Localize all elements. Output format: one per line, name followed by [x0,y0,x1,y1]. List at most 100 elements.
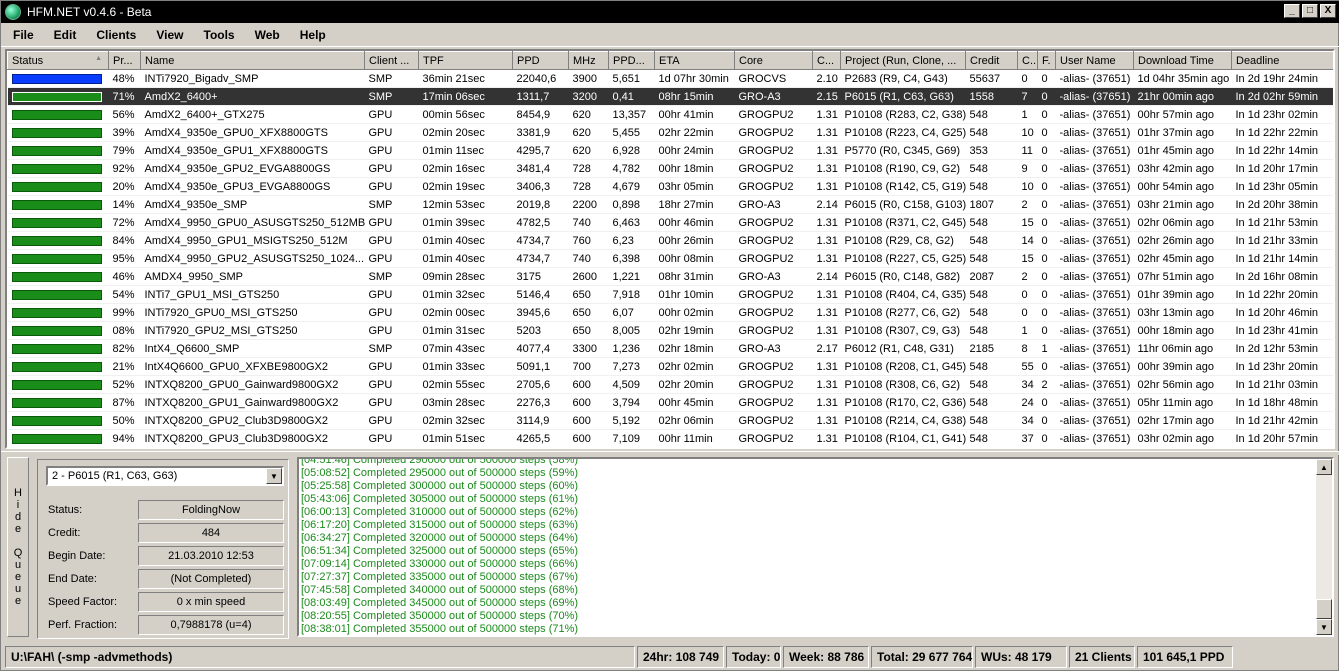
table-row[interactable]: 95% AmdX4_9950_GPU2_ASUSGTS250_1024... GPU… [7,249,1333,268]
column-header[interactable]: Pr... [108,51,141,70]
log-lines: [04:51:46] Completed 290000 out of 50000… [301,459,1311,635]
cell-progress: 71% [108,87,141,106]
menu-file[interactable]: File [13,28,34,42]
table-row[interactable]: 79% AmdX4_9350e_GPU1_XFX8800GTS GPU 01min 1… [7,141,1333,160]
menu-tools[interactable]: Tools [204,28,235,42]
column-header[interactable]: F. [1037,51,1056,70]
table-row[interactable]: 84% AmdX4_9950_GPU1_MSIGTS250_512M GPU 01mi… [7,231,1333,250]
column-header[interactable]: Deadline [1231,51,1333,70]
column-header[interactable]: PPD... [608,51,655,70]
cell-ppd: 8454,9 [512,105,569,124]
queue-select[interactable]: 2 - P6015 (R1, C63, G63) ▼ [46,466,284,486]
cell-project: P10108 (R170, C2, G36) [840,393,966,412]
cell-client: GPU [364,159,419,178]
table-row[interactable]: 92% AmdX4_9350e_GPU2_EVGA8800GS GPU 02min 1… [7,159,1333,178]
cell-client: SMP [364,267,419,286]
column-header[interactable]: Name [140,51,365,70]
table-row[interactable]: 54% INTi7_GPU1_MSI_GTS250 GPU 01min 32sec 51… [7,285,1333,304]
table-row[interactable]: 08% INTi7920_GPU2_MSI_GTS250 GPU 01min 31se… [7,321,1333,340]
cell-core: GROGPU2 [734,303,813,322]
menu-view[interactable]: View [156,28,183,42]
hide-queue-letter: i [16,499,20,511]
log-panel[interactable]: [04:51:46] Completed 290000 out of 50000… [297,457,1334,637]
column-header[interactable]: C... [1017,51,1038,70]
table-row[interactable]: 87% INTXQ8200_GPU1_Gainward9800GX2 GPU 03mi… [7,393,1333,412]
status-ppd: 101 645,1 PPD [1137,646,1233,668]
scroll-up-icon[interactable]: ▲ [1316,459,1332,475]
column-header[interactable]: MHz [568,51,609,70]
cell-progress: 50% [108,411,141,430]
column-header[interactable]: Status ▲ [7,51,109,70]
column-header[interactable]: Core [734,51,813,70]
cell-completed: 24 [1017,393,1038,412]
table-row[interactable]: 20% AmdX4_9350e_GPU3_EVGA8800GS GPU 02min 1… [7,177,1333,196]
column-header[interactable]: Client ... [364,51,419,70]
cell-progress: 95% [108,249,141,268]
column-header[interactable]: C... [812,51,841,70]
cell-client: GPU [364,231,419,250]
hide-queue-letter: Q [13,547,23,559]
table-row[interactable]: 50% INTXQ8200_GPU2_Club3D9800GX2 GPU 02min … [7,411,1333,430]
cell-name: AmdX4_9350e_GPU3_EVGA8800GS [140,177,365,196]
table-row[interactable]: 52% INTXQ8200_GPU0_Gainward9800GX2 GPU 02mi… [7,375,1333,394]
log-scrollbar[interactable]: ▲ ▼ [1316,459,1332,635]
scroll-down-icon[interactable]: ▼ [1316,619,1332,635]
table-row[interactable]: 14% AmdX4_9350e_SMP SMP 12min 53sec 2019,8 22… [7,195,1333,214]
menu-edit[interactable]: Edit [54,28,77,42]
cell-client: GPU [364,285,419,304]
cell-user: -alias- (37651) [1055,321,1134,340]
clients-grid[interactable]: Status ▲ Pr... Name Client ... TPF PPD MHz PPD..… [5,49,1335,449]
table-row[interactable]: 99% INTi7920_GPU0_MSI_GTS250 GPU 02min 00se… [7,303,1333,322]
hide-queue-button[interactable]: HideQueue [7,457,29,637]
cell-tpf: 01min 32sec [418,285,513,304]
table-row[interactable]: 48% INTi7920_Bigadv_SMP SMP 36min 21sec 2204… [7,69,1333,88]
column-header[interactable]: User Name [1055,51,1134,70]
column-header-label: Credit [970,54,1000,67]
status-cell [7,87,109,106]
chevron-down-icon[interactable]: ▼ [266,468,282,484]
column-header[interactable]: Project (Run, Clone, ... [840,51,966,70]
hide-queue-letter: u [14,559,22,571]
cell-user: -alias- (37651) [1055,87,1134,106]
table-row[interactable]: 46% AMDX4_9950_SMP SMP 09min 28sec 3175 2600 1… [7,267,1333,286]
cell-ppd-mhz: 1,236 [608,339,655,358]
cell-ppd: 3945,6 [512,303,569,322]
status-indicator [11,325,102,336]
minimize-button[interactable]: _ [1284,4,1300,18]
table-row[interactable]: 71% AmdX2_6400+ SMP 17min 06sec 1311,7 3200 0,… [7,87,1333,106]
panel-splitter[interactable] [1,451,1339,455]
column-header[interactable]: Download Time [1133,51,1232,70]
cell-credit: 2185 [965,339,1018,358]
menu-help[interactable]: Help [300,28,326,42]
cell-mhz: 650 [568,303,609,322]
column-header[interactable]: Credit [965,51,1018,70]
cell-failed: 0 [1037,195,1056,214]
cell-progress: 79% [108,141,141,160]
table-row[interactable]: 21% IntX4Q6600_GPU0_XFXBE9800GX2 GPU 01min … [7,357,1333,376]
menu-web[interactable]: Web [255,28,280,42]
maximize-button[interactable]: □ [1302,4,1318,18]
cell-completed: 34 [1017,411,1038,430]
table-row[interactable]: 82% IntX4_Q6600_SMP SMP 07min 43sec 4077,4 33… [7,339,1333,358]
table-row[interactable]: 56% AmdX2_6400+_GTX275 GPU 00min 56sec 8454,… [7,105,1333,124]
status-24hr: 24hr: 108 749 [637,646,724,668]
table-row[interactable]: 94% INTXQ8200_GPU3_Club3D9800GX2 GPU 01min … [7,429,1333,447]
column-header[interactable]: TPF [418,51,513,70]
cell-progress: 46% [108,267,141,286]
menu-clients[interactable]: Clients [96,28,136,42]
scroll-thumb[interactable] [1316,599,1332,619]
column-header[interactable]: PPD [512,51,569,70]
table-row[interactable]: 39% AmdX4_9350e_GPU0_XFX8800GTS GPU 02min 2… [7,123,1333,142]
close-button[interactable]: X [1320,4,1336,18]
table-row[interactable]: 72% AmdX4_9950_GPU0_ASUSGTS250_512MB GPU 01… [7,213,1333,232]
cell-core: GROGPU2 [734,321,813,340]
cell-deadline: In 1d 23hr 05min [1231,177,1333,196]
cell-mhz: 620 [568,123,609,142]
cell-download: 02hr 17min ago [1133,411,1232,430]
cell-project: P10108 (R208, C1, G45) [840,357,966,376]
title-bar[interactable]: HFM.NET v0.4.6 - Beta _ □ X [1,1,1339,23]
column-header[interactable]: ETA [654,51,735,70]
cell-core: GROGPU2 [734,141,813,160]
cell-tpf: 01min 51sec [418,429,513,447]
cell-ppd: 3175 [512,267,569,286]
